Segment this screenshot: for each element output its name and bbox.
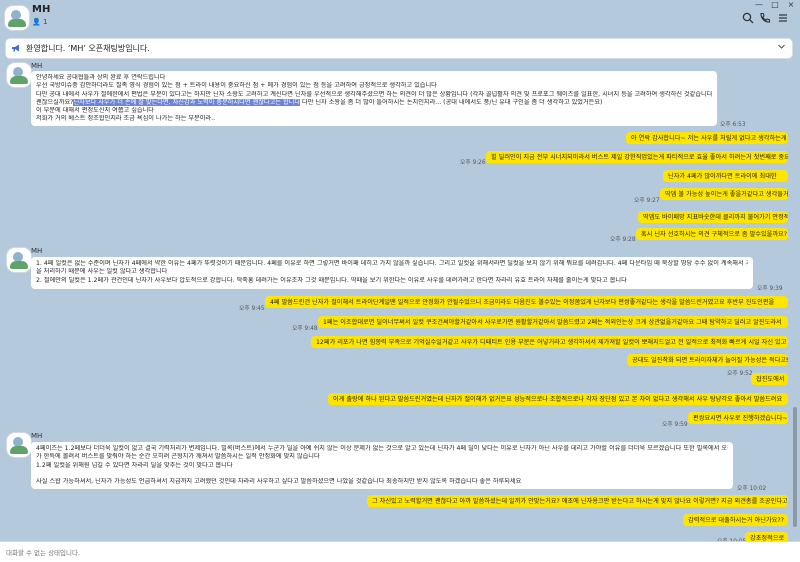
sender-avatar[interactable]: [6, 62, 32, 88]
chat-scrollbar[interactable]: [792, 62, 798, 540]
outgoing-message[interactable]: 힐 딜러인이 지금 전부 시너지되미라서 버스트 제일 강한직업있는게 파티적으…: [486, 151, 788, 163]
message-line: 우선 국방이슈중 감안하더라도 칠족 영식 경험이 있는 점 + 트라이 내용이…: [36, 82, 437, 90]
scrollbar-thumb[interactable]: [793, 407, 797, 527]
message-time: 오후 9:28: [610, 237, 636, 243]
outgoing-message[interactable]: 이게 출랑에 하나 된다고 말씀드린거였는데 닌자가 절이해가 없거든요 성능적…: [328, 393, 788, 405]
outgoing-message[interactable]: 아 연락 감사합니다~ 저는 사우를 처릴게 없다고 생각하는게: [626, 132, 788, 144]
message-time: 오후 9:39: [757, 286, 783, 292]
maximize-button[interactable]: □: [768, 0, 782, 10]
phone-icon[interactable]: [758, 12, 772, 26]
message-line: 다만 공대 내에서 사우가 절에한에서 편법은 부분이 있다고는 하지만 닌자 …: [36, 90, 712, 98]
member-count-value: 1: [42, 18, 48, 26]
outgoing-message[interactable]: 딱뎀도 바이패망 지표바숫한데 클리까지 불어가기 안정적일거 같은데: [638, 211, 788, 223]
message-line: 2. 절에만의 딜컷은 1.2페가 관건인데 닌자가 사우보다 압도적으로 강합…: [36, 276, 627, 284]
message-line: 1. 4페 일컷은 없는 수준이며 닌자가 4페에서 약한 이유는 4페가 뚜렷…: [36, 260, 748, 267]
person-icon: 👤: [32, 18, 41, 26]
sender-name: MH: [31, 247, 43, 255]
sender-name: MH: [31, 432, 43, 440]
outgoing-message[interactable]: 잡진도에서: [751, 373, 788, 385]
outgoing-message[interactable]: 4페 말씀드린건 닌자가 절이해서 트라이단계일땐 일적으로 안정화가 안될수있…: [265, 296, 788, 308]
member-count: 👤 1: [32, 18, 47, 26]
chat-header: MH 👤 1 — □ ×: [0, 0, 800, 36]
message-time: 오후 9:45: [239, 306, 265, 312]
notice-banner[interactable]: 환영합니다. ‘MH’ 오픈채팅방입니다.: [6, 39, 792, 58]
notice-text: 환영합니다. ‘MH’ 오픈채팅방입니다.: [26, 44, 150, 53]
search-icon[interactable]: [741, 12, 755, 26]
message-line: 1.2페 일컷을 위해원 넘길 수 있다면 차라리 딜을 맞추는 것이 맞다고 …: [36, 461, 233, 469]
outgoing-message[interactable]: 공대도 일진착화 되면 트라이자체가 늘어질 가능성은 적다고봐요: [627, 354, 788, 366]
room-title: MH: [32, 4, 51, 15]
message-time: 오후 6:53: [720, 122, 746, 128]
outgoing-message[interactable]: 딱뎀 볼 가능성 높이는게 좋을거같다고 생각들거든요: [660, 188, 788, 200]
message-time: 오후 9:48: [292, 326, 318, 332]
outgoing-message[interactable]: 닌자가 4페가 많이까다면 트라이에 최대한: [663, 170, 788, 182]
message-time: 오후 9:27: [634, 198, 660, 204]
message-line: 4페이즈는 1.2페보다 더더욱 일컷이 없고 결국 기력처리가 변제입니다. …: [36, 445, 728, 452]
menu-icon[interactable]: [776, 12, 790, 26]
room-avatar[interactable]: [4, 5, 30, 31]
message-line: 가 한특에 몰려서 버스트를 맞춰야 하는 순간 오히려 곤형치가 깨져서 말씀…: [36, 453, 320, 461]
message-line: 사실 스왑 가능하셔서, 닌자가 가능성도 언급하셔서 치급까지 고려했던 것인…: [36, 478, 522, 486]
sender-name: MH: [31, 62, 43, 70]
message-time: 오후 9:26: [460, 160, 486, 166]
message-line: 저희가 거의 베스트 정조합인지라 조금 욕심이 나가는 하는 부분이라..: [36, 115, 216, 123]
megaphone-icon: [11, 43, 21, 56]
selected-text: 닌자보다 사우가 더 손에 잘 맞는다면, 자신감과 노력이 충분하시다면 괜찮…: [73, 98, 301, 106]
message-line: 을 처리하기 때문에 사우는 일컷 않다고 생각합니다: [36, 268, 168, 276]
message-time: 오후 9:52: [727, 371, 753, 377]
message-line: 괜찮으실까요?닌자보다 사우가 더 손에 잘 맞는다면, 자신감과 노력이 충분…: [36, 98, 712, 107]
message-text: 다만 닌자 소왕을 좀 더 많이 들어하시는 논지인지라... (공대 내에서도…: [300, 98, 603, 106]
message-line: 안녕하세요 공대협들과 상의 완료 후 연락드립니다: [36, 74, 166, 81]
chevron-down-icon[interactable]: [777, 42, 786, 54]
message-line: [36, 470, 728, 478]
sender-avatar[interactable]: [6, 247, 32, 273]
incoming-message[interactable]: 4페이즈는 1.2페보다 더더욱 일컷이 없고 결국 기력처리가 변제입니다. …: [31, 442, 733, 489]
close-button[interactable]: ×: [784, 0, 798, 10]
message-text: 괜찮으실까요?: [36, 98, 74, 106]
message-time: 오후 9:59: [662, 422, 688, 428]
outgoing-message[interactable]: 1페는 이조합대로면 딜이너무써서 일컷 쿠조건써야할거같아서 사우로가면 원활…: [318, 316, 788, 328]
message-input[interactable]: [4, 545, 788, 560]
incoming-message[interactable]: 1. 4페 일컷은 없는 수준이며 닌자가 4페에서 약한 이유는 4페가 뚜렷…: [31, 257, 753, 289]
message-input-bar: [0, 541, 800, 562]
incoming-message[interactable]: 안녕하세요 공대협들과 상의 완료 후 연락드립니다 우선 국방이슈중 감안하더…: [31, 71, 717, 126]
minimize-button[interactable]: —: [752, 0, 766, 10]
outgoing-message[interactable]: 혹시 닌자 선호하시는 의견 구체적으로 좀 말수있을까요?: [636, 228, 788, 240]
outgoing-message[interactable]: 편쌍요시면 사우로 진행하겠습니다~: [688, 412, 788, 424]
outgoing-message[interactable]: 그 자신있고 노력할거면 괜찮다고 아까 말씀하셨는데 일까가 안맞는거요? 애…: [367, 495, 788, 507]
outgoing-message[interactable]: 12페가 리포가 나면 힘쫑력 부족으로 기억실수일거같고 사우가 디패티트 인…: [311, 336, 788, 348]
message-time: 오후 10:02: [737, 486, 767, 492]
sender-avatar[interactable]: [6, 432, 32, 458]
outgoing-message[interactable]: 감력적으로 대출하시는거 아닌가요??: [683, 514, 788, 526]
message-line: 이 부분에 대해서 편정도신지 여쭙고 싶습니다: [36, 107, 154, 115]
